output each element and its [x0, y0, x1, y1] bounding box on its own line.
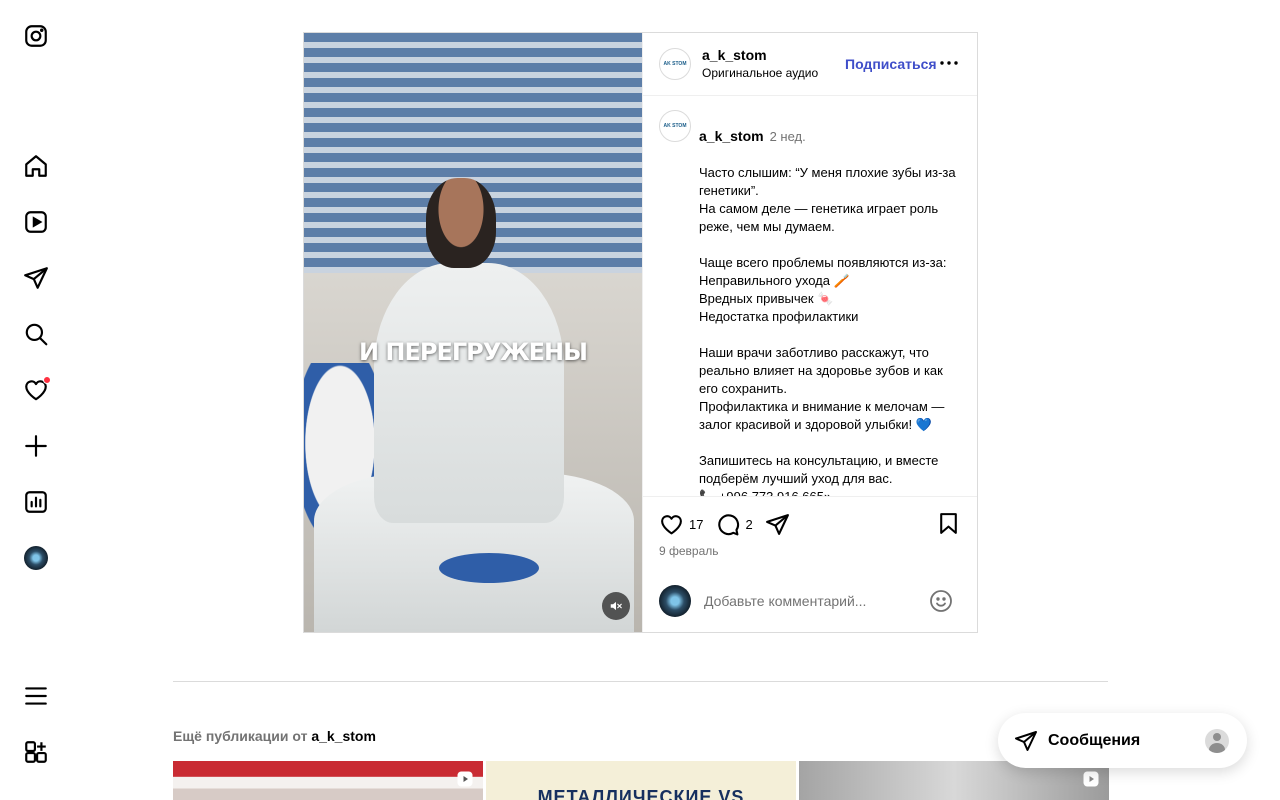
author-username[interactable]: a_k_stom: [702, 46, 818, 64]
save-button[interactable]: [936, 511, 961, 541]
share-button[interactable]: [765, 512, 790, 537]
mute-button[interactable]: [602, 592, 630, 620]
video-overlay-text: И ПЕРЕГРУЖЕНЫ: [358, 338, 588, 366]
media-person-body: [374, 263, 564, 523]
media-person-head: [426, 178, 496, 268]
more-apps-icon[interactable]: [22, 738, 50, 766]
emoji-icon[interactable]: [929, 589, 953, 618]
search-icon[interactable]: [22, 320, 50, 348]
post-header: AK STOM a_k_stom Оригинальное аудио Подп…: [643, 33, 977, 96]
more-posts-heading: Ещё публикации от a_k_stom: [173, 728, 376, 744]
reel-badge-icon: [1083, 771, 1099, 787]
notifications-icon[interactable]: [22, 376, 51, 404]
current-user-avatar[interactable]: [659, 585, 691, 617]
heart-icon: [661, 514, 682, 534]
more-posts-grid: МЕТАЛЛИЧЕСКИЕ VS: [173, 761, 1109, 800]
menu-icon[interactable]: [22, 682, 50, 710]
caption-time[interactable]: 2 нед.: [770, 129, 806, 144]
profile-avatar[interactable]: [22, 544, 50, 572]
like-count[interactable]: 17: [689, 517, 703, 532]
messages-button[interactable]: Сообщения: [998, 713, 1247, 768]
speaker-muted-icon: [610, 601, 622, 611]
thumbnail-text: МЕТАЛЛИЧЕСКИЕ VS: [537, 787, 745, 800]
bookmark-icon: [940, 513, 957, 534]
more-options-icon[interactable]: [939, 55, 959, 71]
reels-icon[interactable]: [22, 208, 50, 236]
post-side-panel: AK STOM a_k_stom Оригинальное аудио Подп…: [642, 33, 977, 632]
comment-box: [643, 570, 977, 632]
post-actions: 17 2 9 февраль: [643, 496, 977, 574]
send-icon: [765, 513, 789, 535]
post-thumbnail[interactable]: [173, 761, 483, 800]
sidebar: [0, 0, 72, 800]
reel-badge-icon: [457, 771, 473, 787]
avatar-logo-text: AK STOM: [663, 61, 687, 67]
default-avatar: [1205, 729, 1229, 753]
instagram-logo-icon[interactable]: [22, 22, 50, 50]
more-posts-username[interactable]: a_k_stom: [311, 728, 376, 744]
direct-icon: [1015, 730, 1037, 751]
like-button[interactable]: 17: [659, 512, 703, 537]
insights-icon[interactable]: [22, 488, 50, 516]
caption-username[interactable]: a_k_stom: [699, 128, 764, 144]
messages-label: Сообщения: [1048, 731, 1141, 749]
section-divider: [173, 681, 1108, 682]
caption-text: Часто слышим: “У меня плохие зубы из-за …: [699, 165, 956, 496]
post-video[interactable]: И ПЕРЕГРУЖЕНЫ: [304, 33, 642, 632]
post-thumbnail[interactable]: МЕТАЛЛИЧЕСКИЕ VS: [486, 761, 796, 800]
post-dialog: И ПЕРЕГРУЖЕНЫ AK STOM a_k_stom Оригиналь…: [303, 32, 978, 633]
comment-button[interactable]: 2: [715, 512, 753, 537]
follow-button[interactable]: Подписаться: [845, 56, 937, 72]
avatar-logo-text: AK STOM: [663, 123, 687, 129]
direct-icon[interactable]: [22, 264, 50, 292]
post-date[interactable]: 9 февраль: [659, 544, 961, 558]
create-icon[interactable]: [22, 432, 50, 460]
comment-input[interactable]: [704, 593, 914, 609]
caption-author-avatar[interactable]: AK STOM: [659, 110, 691, 142]
home-icon[interactable]: [22, 152, 50, 180]
notification-dot: [43, 376, 51, 384]
comment-icon: [718, 513, 740, 535]
audio-link[interactable]: Оригинальное аудио: [702, 64, 818, 82]
author-avatar[interactable]: AK STOM: [659, 48, 691, 80]
media-stool: [439, 553, 539, 583]
comment-count[interactable]: 2: [745, 517, 752, 532]
post-caption: AK STOM a_k_stom 2 нед. Часто слышим: “У …: [643, 96, 977, 496]
more-posts-prefix: Ещё публикации от: [173, 728, 308, 744]
